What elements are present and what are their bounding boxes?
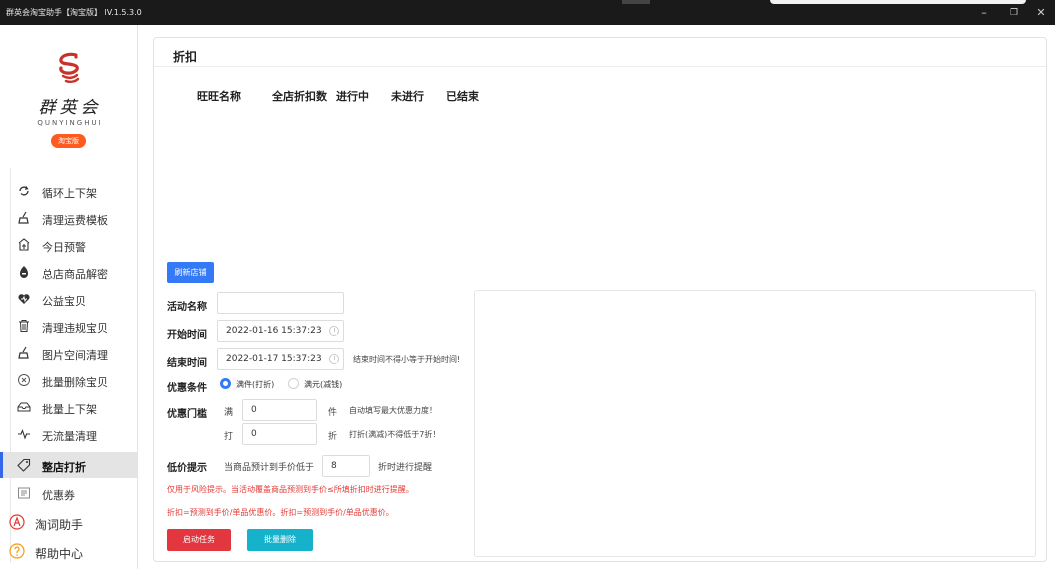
column-header: 旺旺名称 (197, 90, 241, 103)
discount-panel: 折扣 旺旺名称 全店折扣数 进行中 未进行 已结束 刷新店铺 活动名称 开始时间… (153, 37, 1047, 562)
condition-label: 优惠条件 (167, 383, 207, 394)
sidebar: 群英会 QUNYINGHUI 淘宝版 循环上下架 清理运费模板 今日预警 总店商… (0, 25, 138, 569)
condition-option-label: 满件(打折) (236, 380, 275, 389)
tag-icon (17, 458, 31, 472)
low-price-label: 低价提示 (167, 463, 207, 474)
batch-delete-button[interactable]: 批量删除 (247, 529, 313, 551)
log-output-panel (474, 290, 1036, 557)
condition-option-label: 满元(减钱) (304, 380, 343, 389)
titlebar-decoration (622, 0, 650, 4)
discount-unit: 折 (328, 432, 338, 442)
full-unit: 件 (328, 408, 338, 418)
title-divider (154, 66, 1046, 67)
column-header: 未进行 (391, 90, 424, 103)
sidebar-item-image-clean[interactable]: 图片空间清理 (0, 340, 137, 366)
logo-chinese-name: 群英会 (38, 98, 102, 118)
logo: 群英会 QUNYINGHUI 淘宝版 (0, 25, 138, 155)
low-price-prefix: 当商品预计到手价低于 (224, 463, 315, 473)
discount-prefix: 打 (224, 432, 234, 442)
title-bar: 群英会淘宝助手【淘宝版】 lV.1.5.3.0 – ❐ ✕ (0, 0, 1055, 25)
condition-radio-pieces[interactable] (220, 378, 231, 389)
sidebar-item-label: 清理违规宝贝 (42, 322, 108, 335)
sidebar-item-clean-violation[interactable]: 清理违规宝贝 (0, 313, 137, 339)
sidebar-item-store-discount[interactable]: 整店打折 (0, 452, 137, 478)
page-title: 折扣 (173, 50, 198, 64)
activity-name-label: 活动名称 (167, 302, 207, 313)
full-prefix: 满 (224, 408, 234, 418)
risk-note: 仅用于风险提示。当活动覆盖商品预测到手价≤所填折扣时进行提醒。 (167, 485, 414, 494)
traffic-icon (18, 428, 30, 440)
clock-icon[interactable] (329, 354, 339, 364)
active-indicator (0, 452, 3, 478)
sidebar-item-label: 优惠券 (42, 489, 75, 502)
sidebar-item-label: 无流量清理 (42, 430, 97, 443)
image-clean-icon (18, 346, 29, 359)
discount-hint: 打折(满减)不得低于7折！ (349, 430, 441, 439)
delete-circle-icon (18, 374, 30, 386)
sidebar-item-batch-shelf[interactable]: 批量上下架 (0, 394, 137, 420)
low-price-suffix: 折时进行提醒 (378, 463, 433, 473)
sidebar-item-batch-delete[interactable]: 批量删除宝贝 (0, 367, 137, 393)
refresh-icon (19, 186, 29, 196)
clock-icon[interactable] (329, 326, 339, 336)
sidebar-item-label: 批量删除宝贝 (42, 376, 108, 389)
heart-icon (18, 294, 30, 304)
sidebar-item-label: 图片空间清理 (42, 349, 108, 362)
sidebar-item-label: 整店打折 (42, 461, 86, 474)
end-time-label: 结束时间 (167, 358, 207, 369)
start-task-button[interactable]: 启动任务 (167, 529, 231, 551)
refresh-store-button[interactable]: 刷新店铺 (167, 262, 214, 283)
restore-button[interactable]: ❐ (1007, 6, 1021, 20)
sidebar-item-label: 循环上下架 (42, 187, 97, 200)
column-header: 已结束 (446, 90, 479, 103)
alarm-icon (18, 238, 30, 251)
sidebar-item-label: 今日预警 (42, 241, 86, 254)
sidebar-section-help[interactable]: 帮助中心 (0, 539, 137, 565)
shelf-icon (17, 402, 31, 412)
sidebar-item-decrypt[interactable]: 总店商品解密 (0, 259, 137, 285)
dragon-logo-icon (59, 52, 80, 84)
sidebar-item-label: 总店商品解密 (42, 268, 108, 281)
minimize-button[interactable]: – (977, 6, 991, 20)
start-time-label: 开始时间 (167, 330, 207, 341)
sidebar-item-no-traffic[interactable]: 无流量清理 (0, 421, 137, 447)
coupon-icon (18, 487, 30, 499)
unlock-icon (20, 266, 28, 278)
column-header: 全店折扣数 (272, 90, 327, 103)
help-icon (9, 543, 25, 559)
condition-radio-amount[interactable] (288, 378, 299, 389)
sidebar-section-label: 帮助中心 (35, 547, 84, 561)
full-hint: 自动填写最大优惠力度！ (349, 406, 437, 415)
sidebar-section-keyword[interactable]: 淘词助手 (0, 510, 137, 536)
low-price-input[interactable]: 8 (322, 455, 370, 477)
broom-icon (18, 211, 29, 224)
column-header: 进行中 (336, 90, 369, 103)
end-time-hint: 结束时间不得小等于开始时间! (353, 355, 461, 364)
end-time-input[interactable]: 2022-01-17 15:37:23 (217, 348, 344, 370)
activity-name-input[interactable] (217, 292, 344, 314)
sidebar-item-label: 批量上下架 (42, 403, 97, 416)
threshold-label: 优惠门槛 (167, 409, 207, 420)
window-title: 群英会淘宝助手【淘宝版】 lV.1.5.3.0 (6, 8, 142, 17)
start-time-input[interactable]: 2022-01-16 15:37:23 (217, 320, 344, 342)
sidebar-item-charity[interactable]: 公益宝贝 (0, 286, 137, 312)
sidebar-item-cycle-shelf[interactable]: 循环上下架 (0, 178, 137, 204)
sidebar-item-coupon[interactable]: 优惠券 (0, 480, 137, 506)
sidebar-item-clean-freight[interactable]: 清理运费模板 (0, 205, 137, 231)
close-button[interactable]: ✕ (1034, 6, 1048, 20)
trash-icon (19, 320, 29, 332)
sidebar-item-label: 公益宝贝 (42, 295, 86, 308)
sidebar-item-today-alert[interactable]: 今日预警 (0, 232, 137, 258)
discount-input[interactable]: 0 (242, 423, 317, 445)
sidebar-item-label: 清理运费模板 (42, 214, 108, 227)
keyword-icon (9, 514, 25, 530)
titlebar-overlay (770, 0, 1026, 4)
full-count-input[interactable]: 0 (242, 399, 317, 421)
sidebar-section-label: 淘词助手 (35, 518, 84, 532)
logo-english-name: QUNYINGHUI (37, 119, 103, 127)
formula-note: 折扣=预测到手价/单品优惠价。折扣=预测到手价/单品优惠价。 (167, 508, 394, 517)
edition-badge: 淘宝版 (51, 134, 86, 148)
